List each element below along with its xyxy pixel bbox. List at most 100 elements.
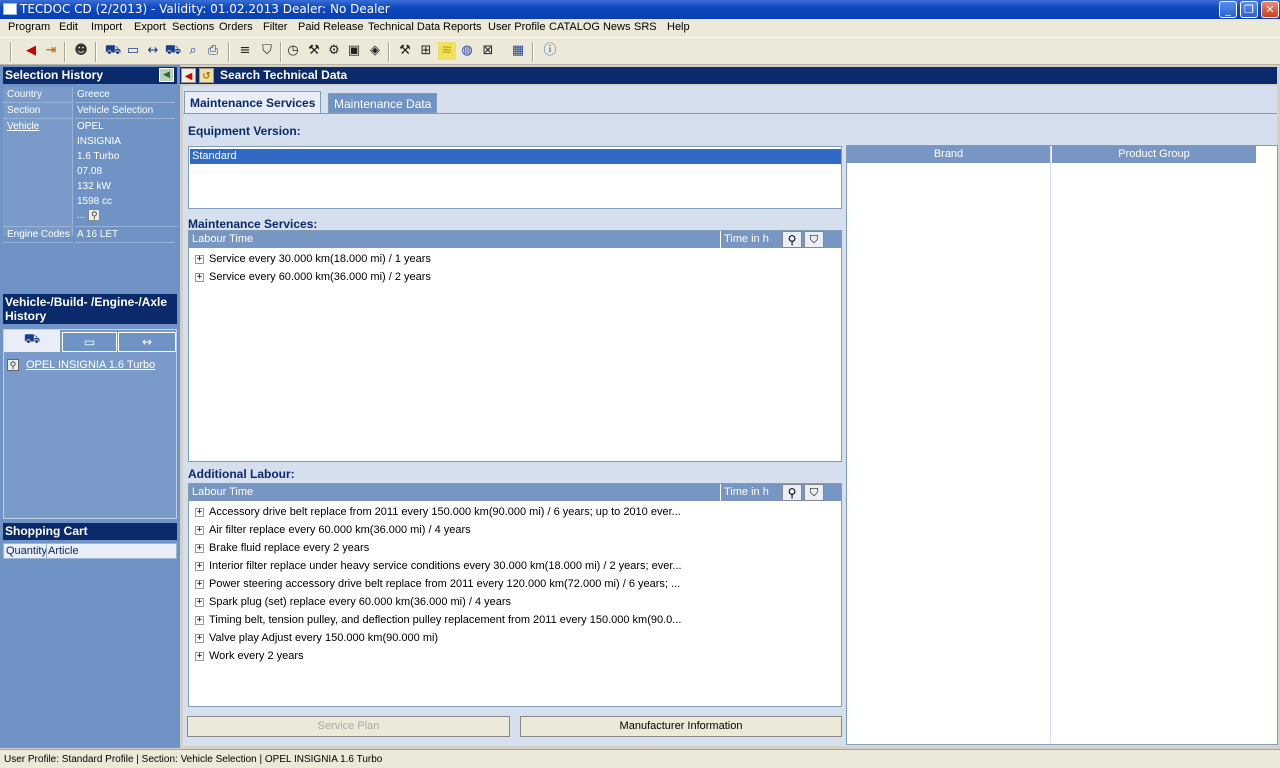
list-item[interactable]: + Interior filter replace under heavy ser… (195, 560, 682, 572)
vehicle-search-icon[interactable]: ⛟ (164, 42, 182, 60)
tab-maintenance-data[interactable]: Maintenance Data (328, 93, 438, 113)
additional-labour-list: Labour Time Time in h ⚲ ⛉ + Accessory dri… (188, 483, 842, 707)
toolbar-separator (532, 42, 534, 62)
equipment-version-selected[interactable]: Standard (190, 149, 841, 164)
tab-maintenance-services[interactable]: Maintenance Services (184, 91, 322, 113)
time-column[interactable]: Time in h (724, 233, 769, 245)
main-area: ◀ ↺ Search Technical Data Maintenance Se… (180, 65, 1280, 748)
manufacturer-info-button[interactable]: Manufacturer Information (520, 716, 842, 737)
product-group-column[interactable]: Product Group (1052, 146, 1256, 163)
status-bar: User Profile: Standard Profile | Section… (0, 749, 1280, 768)
list-icon[interactable]: ≡ (236, 42, 254, 60)
expand-icon[interactable]: + (195, 543, 204, 553)
list-item[interactable]: + Spark plug (set) replace every 60.000 k… (195, 596, 511, 608)
cart-icon[interactable]: ⛉ (258, 42, 276, 60)
expand-icon[interactable]: + (195, 651, 204, 661)
list-item[interactable]: + Power steering accessory drive belt rep… (195, 578, 680, 590)
labour-time-column[interactable]: Labour Time (192, 233, 253, 245)
vehicle-details-icon[interactable]: ⚲ (88, 209, 101, 222)
list-item[interactable]: + Air filter replace every 60.000 km(36.0… (195, 524, 471, 536)
menu-help[interactable]: Help (667, 21, 690, 33)
expand-icon[interactable]: + (195, 615, 204, 625)
list-item[interactable]: + Service every 30.000 km(18.000 mi) / 1 … (195, 253, 431, 265)
collapse-left-icon[interactable]: ◀ (159, 68, 174, 82)
labour-time-column[interactable]: Labour Time (192, 486, 253, 498)
history-icon[interactable]: ↺ (199, 68, 214, 83)
tab-engine-history[interactable]: ▭ (62, 332, 117, 352)
menu-program[interactable]: Program (8, 21, 50, 33)
book-icon[interactable]: ◈ (366, 42, 384, 60)
time-column[interactable]: Time in h (724, 486, 769, 498)
vehicle-history-search-icon[interactable]: ⚲ (7, 359, 19, 371)
wrench-icon[interactable]: ⚒ (396, 42, 414, 60)
image-icon[interactable]: ▣ (345, 42, 363, 60)
clock-icon[interactable]: ◷ (284, 42, 302, 60)
expand-icon[interactable]: + (195, 579, 204, 589)
menu-edit[interactable]: Edit (59, 21, 78, 33)
menu-reports[interactable]: Reports (443, 21, 482, 33)
print-icon[interactable]: ⎙ (204, 42, 222, 60)
expand-icon[interactable]: + (195, 561, 204, 571)
equipment-version-label: Equipment Version: (188, 124, 301, 138)
close-button[interactable]: ✕ (1261, 1, 1279, 18)
settings-icon[interactable]: ⊠ (479, 42, 497, 60)
list-item[interactable]: + Brake fluid replace every 2 years (195, 542, 369, 554)
cart-icon[interactable]: ⛉ (804, 231, 824, 248)
labour-label: Accessory drive belt replace from 2011 e… (209, 506, 681, 518)
list-item[interactable]: + Work every 2 years (195, 650, 304, 662)
menu-export[interactable]: Export (134, 21, 166, 33)
brand-column[interactable]: Brand (847, 146, 1050, 163)
vehicle-history-item[interactable]: OPEL INSIGNIA 1.6 Turbo (26, 359, 155, 371)
expand-icon[interactable]: + (195, 272, 204, 282)
zoom-icon[interactable]: ⚲ (782, 484, 802, 501)
list-item[interactable]: + Service every 60.000 km(36.000 mi) / 2 … (195, 271, 431, 283)
menu-filter[interactable]: Filter (263, 21, 287, 33)
equipment-version-list[interactable]: Standard (188, 146, 842, 209)
service-label: Service every 30.000 km(18.000 mi) / 1 y… (209, 253, 431, 265)
diagram-icon[interactable]: ⊞ (417, 42, 435, 60)
cart-icon[interactable]: ⛉ (804, 484, 824, 501)
axle-icon[interactable]: ▭ (124, 42, 142, 60)
list-item[interactable]: + Valve play Adjust every 150.000 km(90.0… (195, 632, 438, 644)
back-arrow-icon[interactable]: ◀ (22, 42, 40, 60)
history-label-vehicle[interactable]: Vehicle (3, 119, 73, 227)
menu-srs[interactable]: SRS (634, 21, 657, 33)
restore-button[interactable]: ❐ (1240, 1, 1258, 18)
history-value-engine-codes: A 16 LET (75, 227, 175, 243)
menu-user-profile[interactable]: User Profile (488, 21, 545, 33)
labour-label: Brake fluid replace every 2 years (209, 542, 370, 554)
menu-catalog-news[interactable]: CATALOG News (549, 21, 631, 33)
menu-technical-data[interactable]: Technical Data (368, 21, 440, 33)
parts-icon[interactable]: ⚙ (325, 42, 343, 60)
profile-icon[interactable]: ☻ (72, 42, 90, 60)
menu-orders[interactable]: Orders (219, 21, 253, 33)
menu-paid-release[interactable]: Paid Release (298, 21, 363, 33)
calendar-icon[interactable]: ▦ (509, 42, 527, 60)
engine-icon[interactable]: ↔ (144, 42, 162, 60)
globe-icon[interactable]: ◍ (458, 42, 476, 60)
menu-import[interactable]: Import (91, 21, 122, 33)
tab-vehicle-history[interactable]: ⛟ (4, 330, 61, 352)
list-item[interactable]: + Accessory drive belt replace from 2011 … (195, 506, 681, 518)
expand-icon[interactable]: + (195, 597, 204, 607)
expand-icon[interactable]: + (195, 254, 204, 264)
help-icon[interactable]: ⓘ (541, 42, 559, 60)
expand-icon[interactable]: + (195, 507, 204, 517)
additional-labour-label: Additional Labour: (188, 467, 295, 481)
menu-sections[interactable]: Sections (172, 21, 214, 33)
minimize-button[interactable]: _ (1219, 1, 1237, 18)
tab-axle-history[interactable]: ↔ (118, 332, 176, 352)
vehicle-icon[interactable]: ⛟ (104, 42, 122, 60)
tools-icon[interactable]: ⚒ (305, 42, 323, 60)
expand-icon[interactable]: + (195, 525, 204, 535)
back-icon[interactable]: ◀ (181, 68, 196, 83)
toolbar-separator (280, 42, 282, 62)
list-item[interactable]: + Timing belt, tension pulley, and deflec… (195, 614, 681, 626)
search-icon[interactable]: ⌕ (184, 42, 202, 60)
maintenance-services-label: Maintenance Services: (188, 217, 318, 231)
expand-icon[interactable]: + (195, 633, 204, 643)
chart-icon[interactable]: ≋ (438, 42, 456, 60)
exit-icon[interactable]: ⇥ (42, 42, 60, 60)
zoom-icon[interactable]: ⚲ (782, 231, 802, 248)
service-plan-button[interactable]: Service Plan (187, 716, 510, 737)
